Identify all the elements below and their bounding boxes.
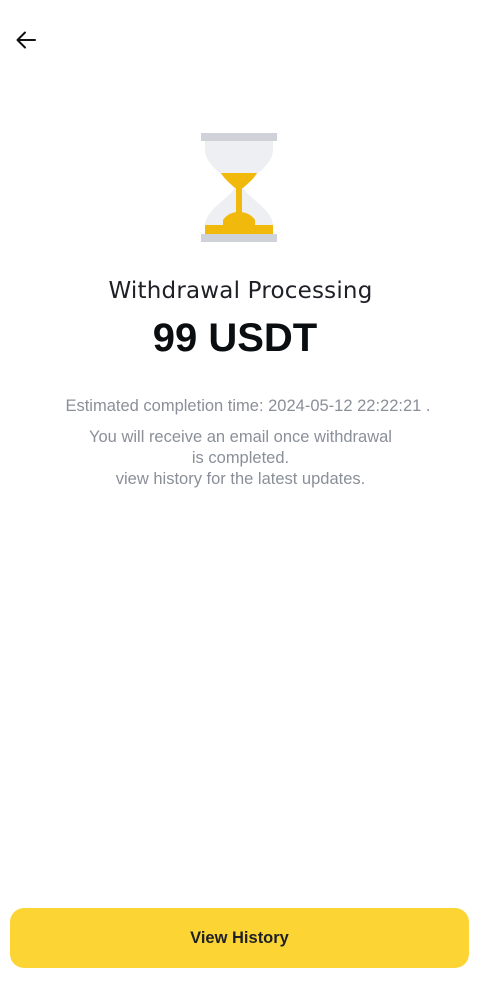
hourglass-icon <box>197 130 281 246</box>
estimated-completion-time: Estimated completion time: 2024-05-12 22… <box>65 397 431 415</box>
status-title: Withdrawal Processing <box>108 278 373 304</box>
note-line: view history for the latest updates. <box>115 470 366 488</box>
note-line: is completed. <box>191 449 290 467</box>
note-line: You will receive an email once withdrawa… <box>89 428 392 446</box>
withdrawal-amount: 99 USDT <box>152 316 318 360</box>
view-history-label: View History <box>190 928 289 947</box>
back-button[interactable] <box>12 26 40 54</box>
view-history-button[interactable]: View History <box>10 908 469 968</box>
arrow-left-icon <box>16 31 36 49</box>
completion-note: You will receive an email once withdrawa… <box>0 427 481 490</box>
